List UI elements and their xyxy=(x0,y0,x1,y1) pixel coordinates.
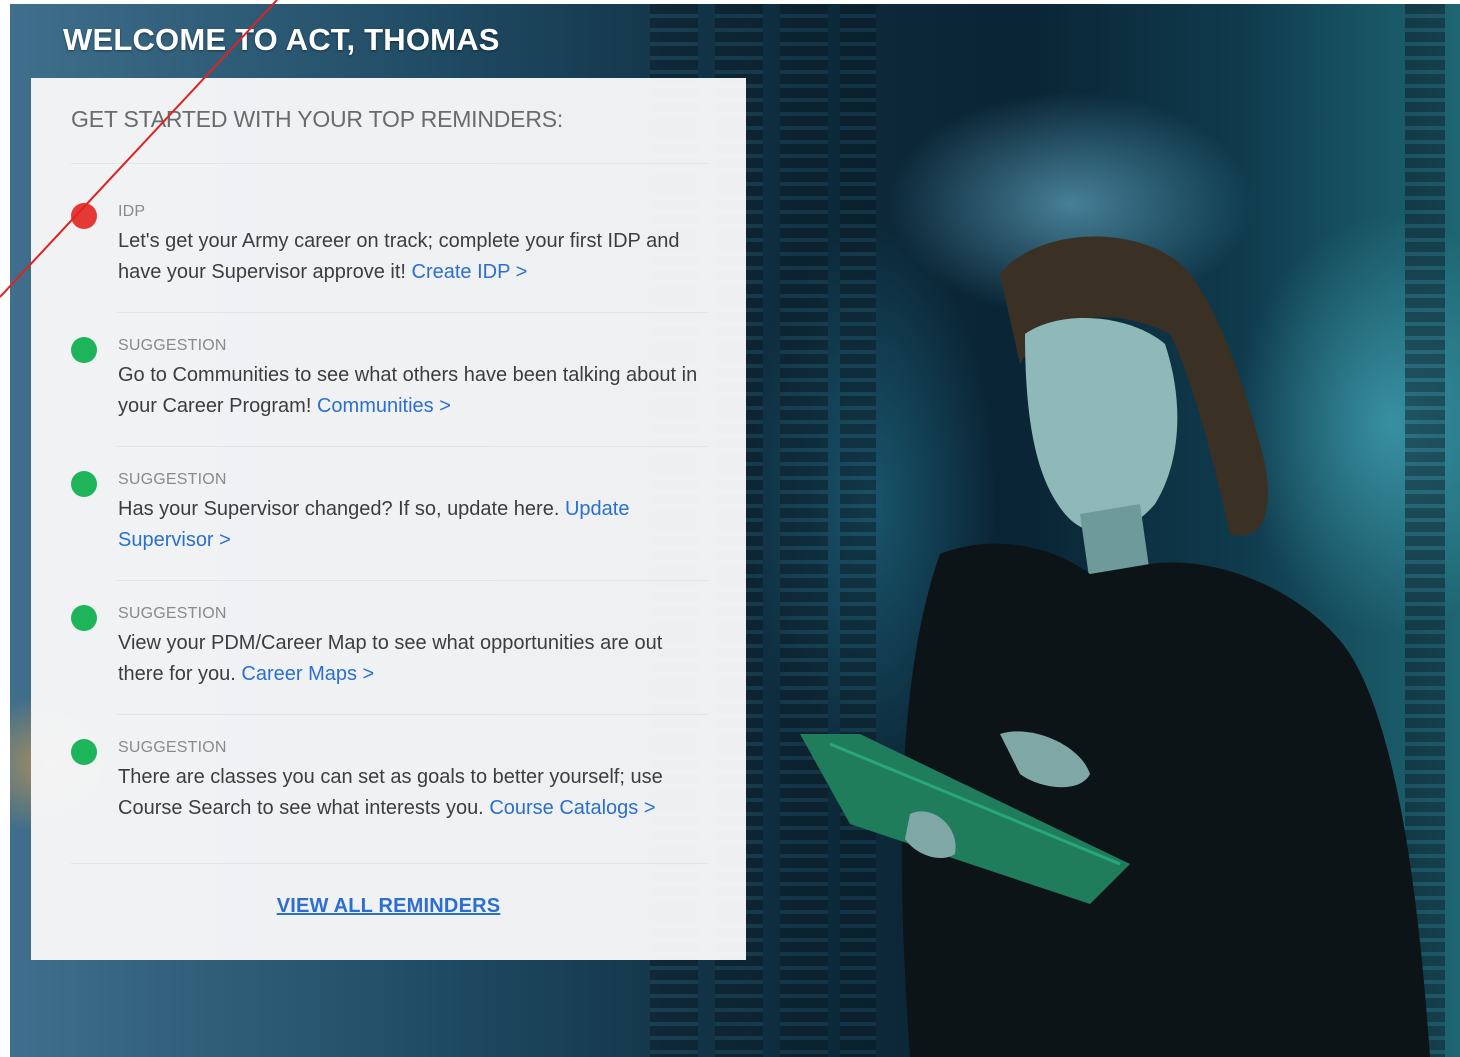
reminder-tag: SUGGESTION xyxy=(118,739,227,756)
reminder-message: Go to Communities to see what others hav… xyxy=(118,360,708,422)
reminder-message: Has your Supervisor changed? If so, upda… xyxy=(118,494,708,556)
reminder-tag: SUGGESTION xyxy=(118,605,227,622)
reminders-heading: GET STARTED WITH YOUR TOP REMINDERS: xyxy=(71,106,564,132)
create-idp-link[interactable]: Create IDP > xyxy=(412,261,528,283)
reminder-tag: SUGGESTION xyxy=(118,337,227,354)
reminder-text: View your PDM/Career Map to see what opp… xyxy=(118,632,663,685)
divider xyxy=(117,580,708,581)
reminder-text: Let's get your Army career on track; com… xyxy=(118,230,680,283)
alert-status-icon xyxy=(71,203,97,229)
divider xyxy=(71,163,708,164)
view-all-container: VIEW ALL REMINDERS xyxy=(31,895,746,918)
success-status-icon xyxy=(71,739,97,765)
reminder-message: View your PDM/Career Map to see what opp… xyxy=(118,628,708,690)
reminder-tag: SUGGESTION xyxy=(118,471,227,488)
divider xyxy=(117,446,708,447)
success-status-icon xyxy=(71,337,97,363)
course-catalogs-link[interactable]: Course Catalogs > xyxy=(489,797,655,819)
reminder-message: There are classes you can set as goals t… xyxy=(118,762,708,824)
reminder-tag: IDP xyxy=(118,203,146,220)
divider xyxy=(117,714,708,715)
divider xyxy=(117,312,708,313)
success-status-icon xyxy=(71,605,97,631)
success-status-icon xyxy=(71,471,97,497)
reminders-panel: GET STARTED WITH YOUR TOP REMINDERS: IDP… xyxy=(31,78,746,960)
reminder-text: Has your Supervisor changed? If so, upda… xyxy=(118,498,560,520)
communities-link[interactable]: Communities > xyxy=(317,395,451,417)
career-maps-link[interactable]: Career Maps > xyxy=(241,663,374,685)
reminder-message: Let's get your Army career on track; com… xyxy=(118,226,708,288)
welcome-title: WELCOME TO ACT, THOMAS xyxy=(63,22,500,57)
view-all-reminders-link[interactable]: VIEW ALL REMINDERS xyxy=(277,895,501,917)
divider xyxy=(71,863,708,864)
woman-with-tablet-illustration xyxy=(800,236,1430,1057)
